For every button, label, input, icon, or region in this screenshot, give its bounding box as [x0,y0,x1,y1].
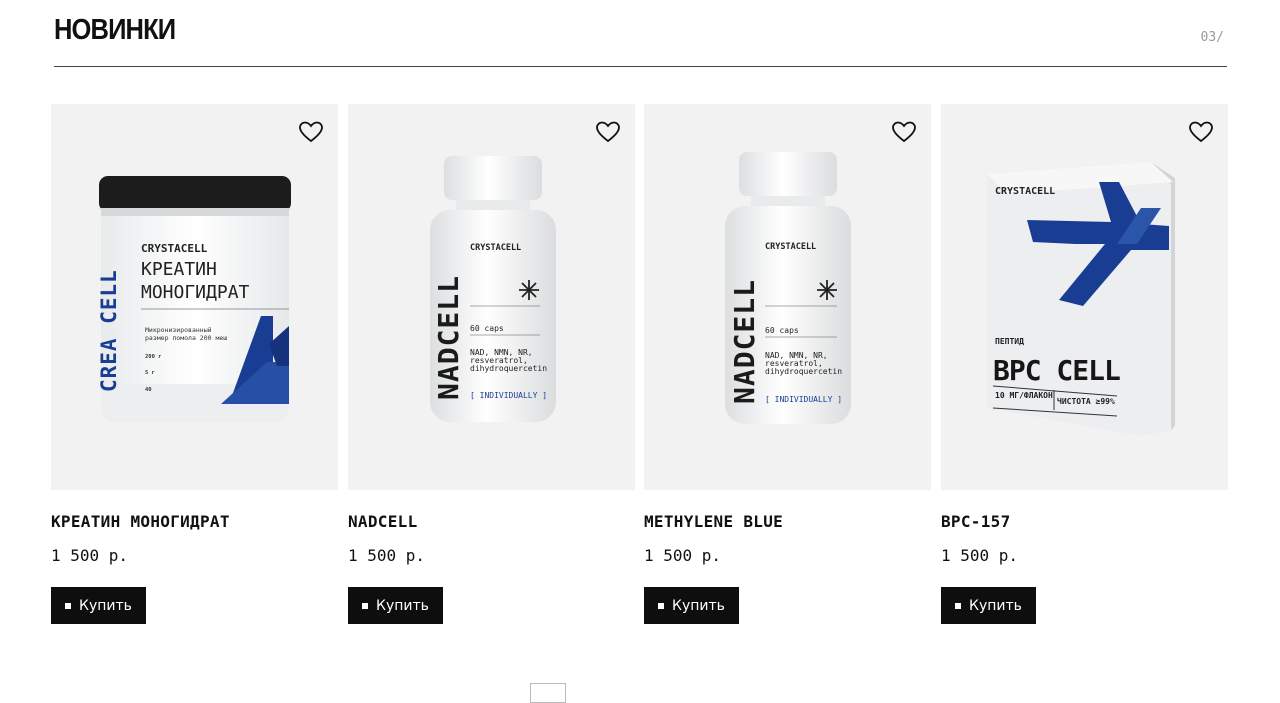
svg-text:МОНОГИДРАТ: МОНОГИДРАТ [141,282,250,303]
svg-text:[ INDIVIDUALLY ]: [ INDIVIDUALLY ] [765,395,842,404]
product-image[interactable]: CREA CELL CRYSTACELL КРЕАТИН МОНОГИДРАТ … [51,104,338,490]
svg-text:ЧИСТОТА ≥99%: ЧИСТОТА ≥99% [1057,397,1115,406]
product-image[interactable]: NADCELL CRYSTACELL 60 caps NAD, NMN, NR,… [644,104,931,490]
buy-button-label: Купить [672,597,725,614]
svg-text:60 caps: 60 caps [470,324,504,333]
product-name[interactable]: NADCELL [348,512,418,531]
buy-button[interactable]: Купить [51,587,146,624]
product-name[interactable]: METHYLENE BLUE [644,512,783,531]
section-counter: 03/ [1200,30,1224,45]
svg-text:CRYSTACELL: CRYSTACELL [141,242,208,255]
product-name[interactable]: КРЕАТИН МОНОГИДРАТ [51,512,230,531]
heart-icon [1189,121,1213,143]
jar-vertical-label: CREA CELL [97,269,121,392]
svg-text:CRYSTACELL: CRYSTACELL [765,242,816,252]
favorite-button[interactable] [1188,120,1214,144]
heart-icon [892,121,916,143]
svg-text:5 г: 5 г [145,370,155,376]
svg-text:dihydroquercetin: dihydroquercetin [765,367,842,376]
product-card[interactable]: NADCELL CRYSTACELL 60 caps NAD, NMN, NR,… [644,104,931,624]
svg-text:CRYSTACELL: CRYSTACELL [995,186,1055,197]
bullet-icon [65,602,72,609]
bpc-box-image: CRYSTACELL ПЕПТИД BPC CELL 10 МГ/ФЛАКОН … [987,162,1175,436]
section-divider [54,66,1227,67]
buy-button-label: Купить [79,597,132,614]
product-card[interactable]: NADCELL CRYSTACELL 60 caps NAD, NMN, NR,… [348,104,635,624]
bottle-vertical-label: NADCELL [728,279,761,404]
bullet-icon [955,602,962,609]
product-name[interactable]: BPC-157 [941,512,1011,531]
product-price: 1 500 р. [51,546,129,565]
svg-text:Микронизированный: Микронизированный [145,326,212,334]
methylene-bottle-image: NADCELL CRYSTACELL 60 caps NAD, NMN, NR,… [725,152,851,424]
buy-button[interactable]: Купить [644,587,739,624]
creatine-jar-image: CREA CELL CRYSTACELL КРЕАТИН МОНОГИДРАТ … [97,176,291,422]
bottle-vertical-label: NADCELL [432,275,465,400]
product-price: 1 500 р. [644,546,722,565]
section-title: НОВИНКИ [54,14,176,46]
svg-text:40: 40 [145,387,152,393]
buy-button[interactable]: Купить [941,587,1036,624]
favorite-button[interactable] [298,120,324,144]
buy-button-label: Купить [969,597,1022,614]
nadcell-bottle-image: NADCELL CRYSTACELL 60 caps NAD, NMN, NR,… [430,156,556,422]
pagination-box[interactable] [530,683,566,703]
svg-text:60 caps: 60 caps [765,326,799,335]
favorite-button[interactable] [595,120,621,144]
product-image[interactable]: NADCELL CRYSTACELL 60 caps NAD, NMN, NR,… [348,104,635,490]
svg-text:10 МГ/ФЛАКОН: 10 МГ/ФЛАКОН [995,391,1053,400]
bullet-icon [362,602,369,609]
product-card[interactable]: CRYSTACELL ПЕПТИД BPC CELL 10 МГ/ФЛАКОН … [941,104,1228,624]
favorite-button[interactable] [891,120,917,144]
product-image[interactable]: CRYSTACELL ПЕПТИД BPC CELL 10 МГ/ФЛАКОН … [941,104,1228,490]
bullet-icon [658,602,665,609]
heart-icon [299,121,323,143]
svg-text:CRYSTACELL: CRYSTACELL [470,243,521,253]
buy-button-label: Купить [376,597,429,614]
svg-text:КРЕАТИН: КРЕАТИН [141,259,217,280]
svg-text:ПЕПТИД: ПЕПТИД [995,337,1024,346]
heart-icon [596,121,620,143]
buy-button[interactable]: Купить [348,587,443,624]
svg-text:BPC CELL: BPC CELL [993,354,1120,387]
svg-text:dihydroquercetin: dihydroquercetin [470,364,547,373]
svg-text:200 г: 200 г [145,354,162,360]
product-price: 1 500 р. [348,546,426,565]
svg-text:размер помола 200 меш: размер помола 200 меш [145,334,227,342]
svg-text:[ INDIVIDUALLY ]: [ INDIVIDUALLY ] [470,391,547,400]
product-card[interactable]: CREA CELL CRYSTACELL КРЕАТИН МОНОГИДРАТ … [51,104,338,624]
product-price: 1 500 р. [941,546,1019,565]
